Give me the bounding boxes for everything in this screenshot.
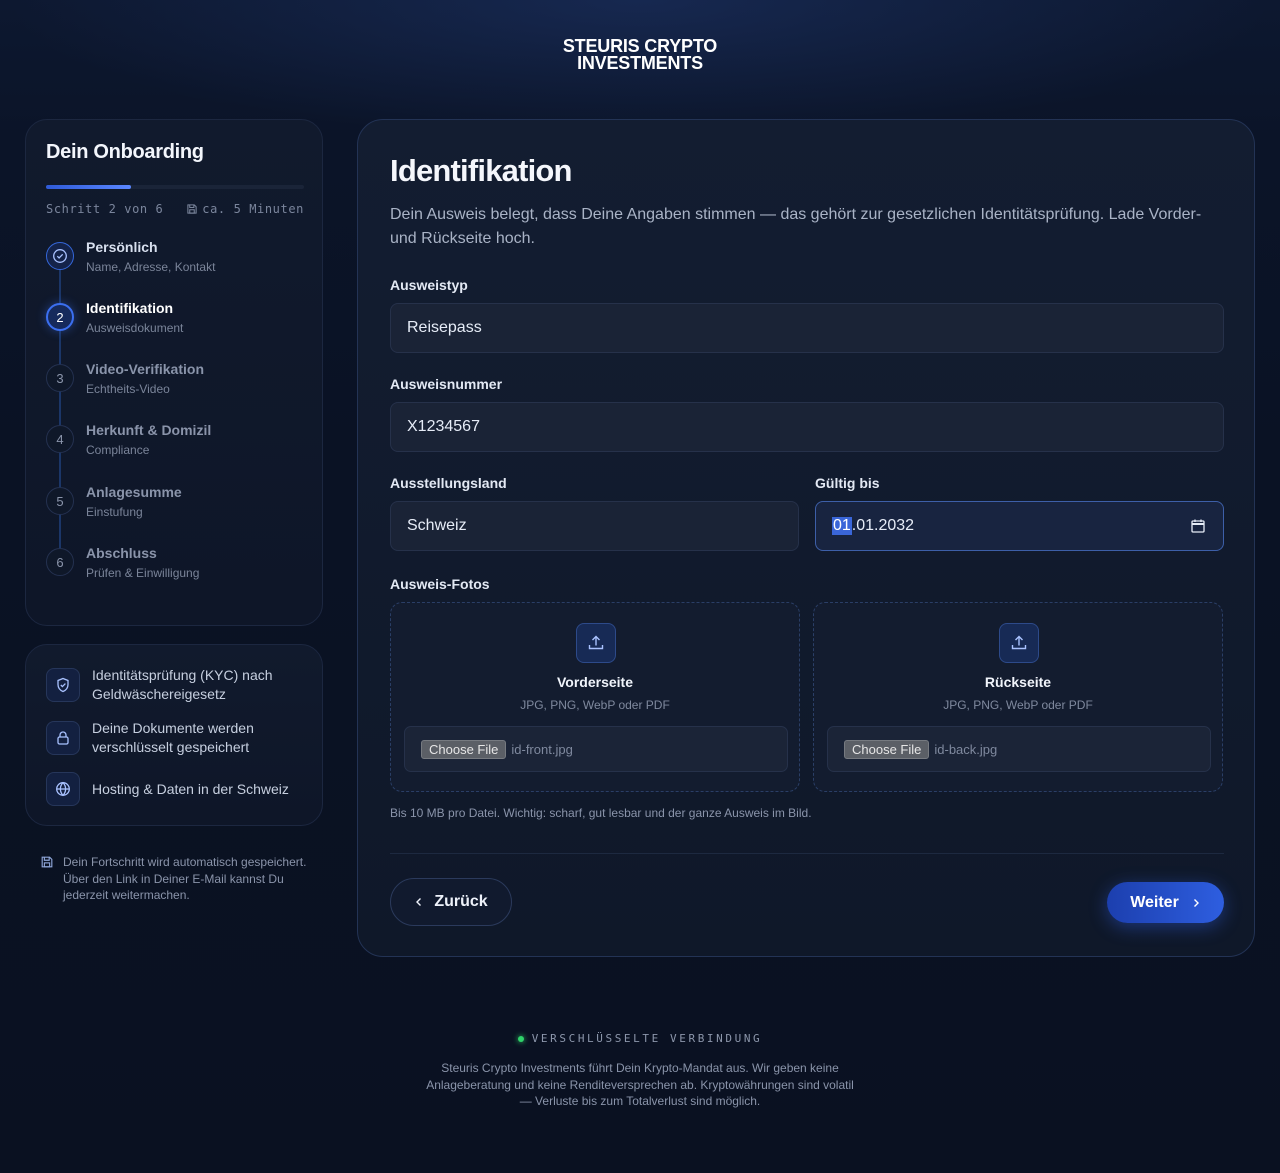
- front-file-input[interactable]: Choose File id-front.jpg: [404, 726, 788, 772]
- front-file-name: id-front.jpg: [511, 741, 573, 757]
- step-counter: Schritt 2 von 6: [46, 202, 164, 216]
- step-persoenlich[interactable]: Persönlich Name, Adresse, Kontakt: [46, 239, 306, 288]
- secure-connection: VERSCHLÜSSELTE VERBINDUNG: [0, 1032, 1280, 1045]
- trust-card: Identitätsprüfung (KYC) nach Geldwäscher…: [25, 644, 323, 826]
- back-button[interactable]: Zurück: [390, 878, 512, 926]
- country-input[interactable]: Schweiz: [390, 501, 799, 551]
- secure-connection-label: VERSCHLÜSSELTE VERBINDUNG: [531, 1032, 763, 1045]
- page-title: Identifikation: [390, 153, 572, 188]
- step-name: Identifikation: [86, 300, 174, 316]
- lock-icon: [57, 731, 69, 745]
- next-button[interactable]: Weiter: [1107, 882, 1224, 923]
- step-video-verifikation: 3 Video-Verifikation Echtheits-Video: [46, 361, 306, 410]
- onboarding-card: Dein Onboarding Schritt 2 von 6 ca. 5 Mi…: [25, 119, 323, 626]
- id-type-label: Ausweistyp: [390, 277, 468, 293]
- disclaimer: Steuris Crypto Investments führt Dein Kr…: [426, 1061, 854, 1108]
- page-description: Dein Ausweis belegt, dass Deine Angaben …: [390, 206, 1202, 247]
- step-sub: Echtheits-Video: [86, 382, 170, 396]
- id-number-input[interactable]: X1234567: [390, 402, 1224, 452]
- trust-icon-box: [46, 772, 80, 806]
- country-label: Ausstellungsland: [390, 475, 507, 491]
- id-number-value: X1234567: [407, 418, 480, 435]
- onboarding-title: Dein Onboarding: [46, 141, 204, 163]
- upload-back-formats: JPG, PNG, WebP oder PDF: [943, 698, 1093, 712]
- upload-icon-box: [999, 623, 1039, 663]
- id-type-value: Reisepass: [407, 319, 482, 336]
- choose-file-button[interactable]: Choose File: [421, 739, 507, 759]
- trust-text: Deine Dokumente werden verschlüsselt ges…: [92, 720, 254, 755]
- time-estimate-label: ca. 5 Minuten: [202, 202, 304, 216]
- date-rest: .01.2032: [851, 517, 915, 534]
- step-sub: Compliance: [86, 443, 150, 457]
- back-file-input[interactable]: Choose File id-back.jpg: [827, 726, 1211, 772]
- step-number: 3: [46, 364, 74, 392]
- country-value: Schweiz: [407, 517, 467, 534]
- trust-text: Hosting & Daten in der Schweiz: [92, 780, 289, 797]
- step-herkunft-domizil: 4 Herkunft & Domizil Compliance: [46, 422, 306, 471]
- trust-item-kyc: Identitätsprüfung (KYC) nach Geldwäscher…: [46, 666, 302, 704]
- chevron-right-icon: [1193, 898, 1199, 907]
- upload-back[interactable]: Rückseite JPG, PNG, WebP oder PDF Choose…: [813, 602, 1223, 792]
- back-file-name: id-back.jpg: [934, 741, 998, 757]
- photos-label: Ausweis-Fotos: [390, 576, 490, 592]
- upload-icon: [1011, 635, 1027, 650]
- valid-until-date-input[interactable]: 01.01.2032: [815, 501, 1224, 551]
- identification-form-card: Identifikation Dein Ausweis belegt, dass…: [357, 119, 1255, 957]
- trust-item-hosting: Hosting & Daten in der Schweiz: [46, 772, 302, 806]
- step-sub: Name, Adresse, Kontakt: [86, 260, 216, 274]
- step-sub: Prüfen & Einwilligung: [86, 566, 200, 580]
- step-identifikation[interactable]: 2 Identifikation Ausweisdokument: [46, 300, 306, 349]
- upload-note: Bis 10 MB pro Datei. Wichtig: scharf, gu…: [390, 806, 812, 820]
- step-name: Anlagesumme: [86, 484, 182, 500]
- progress-fill: [46, 185, 132, 189]
- autosave-note: Dein Fortschritt wird automatisch gespei…: [40, 854, 310, 904]
- upload-front-formats: JPG, PNG, WebP oder PDF: [520, 698, 670, 712]
- step-sub: Ausweisdokument: [86, 321, 184, 335]
- step-anlagesumme: 5 Anlagesumme Einstufung: [46, 484, 306, 533]
- shield-check-icon: [57, 677, 69, 693]
- step-sub: Einstufung: [86, 505, 143, 519]
- valid-until-label: Gültig bis: [815, 475, 880, 491]
- step-abschluss: 6 Abschluss Prüfen & Einwilligung: [46, 545, 306, 594]
- step-number: 5: [46, 487, 74, 515]
- step-name: Herkunft & Domizil: [86, 422, 212, 438]
- upload-front[interactable]: Vorderseite JPG, PNG, WebP oder PDF Choo…: [390, 602, 800, 792]
- upload-icon-box: [576, 623, 616, 663]
- calendar-icon[interactable]: [1191, 519, 1205, 533]
- step-name: Persönlich: [86, 239, 158, 255]
- time-estimate: ca. 5 Minuten: [186, 202, 304, 216]
- trust-item-encryption: Deine Dokumente werden verschlüsselt ges…: [46, 719, 302, 757]
- id-number-label: Ausweisnummer: [390, 376, 503, 392]
- upload-icon: [588, 635, 604, 650]
- step-number: 4: [46, 425, 74, 453]
- globe-icon: [56, 781, 70, 797]
- date-day-segment[interactable]: 01: [832, 517, 852, 535]
- trust-text: Identitätsprüfung (KYC) nach Geldwäscher…: [92, 667, 273, 702]
- id-type-select[interactable]: Reisepass: [390, 303, 1224, 353]
- step-number: 6: [46, 548, 74, 576]
- back-button-label: Zurück: [434, 893, 488, 910]
- brand-line-2: INVESTMENTS: [577, 53, 703, 73]
- trust-icon-box: [46, 668, 80, 702]
- step-done-marker: [46, 242, 74, 270]
- step-name: Video-Verifikation: [86, 361, 204, 377]
- step-name: Abschluss: [86, 545, 157, 561]
- autosave-text: Dein Fortschritt wird automatisch gespei…: [63, 855, 307, 902]
- divider: [390, 853, 1224, 854]
- brand-logo: STEURIS CRYPTO INVESTMENTS: [0, 37, 1280, 73]
- trust-icon-box: [46, 721, 80, 755]
- upload-back-title: Rückseite: [984, 674, 1052, 690]
- status-dot: [517, 1035, 524, 1042]
- next-button-label: Weiter: [1130, 893, 1179, 911]
- progress-bar: [46, 185, 304, 189]
- chevron-left-icon: [416, 898, 422, 906]
- save-icon: [187, 204, 197, 214]
- check-circle-icon: [53, 249, 67, 263]
- upload-front-title: Vorderseite: [557, 674, 633, 690]
- step-meta: Schritt 2 von 6 ca. 5 Minuten: [46, 202, 304, 216]
- save-icon: [41, 856, 53, 868]
- step-number: 2: [46, 303, 74, 331]
- choose-file-button[interactable]: Choose File: [844, 739, 930, 759]
